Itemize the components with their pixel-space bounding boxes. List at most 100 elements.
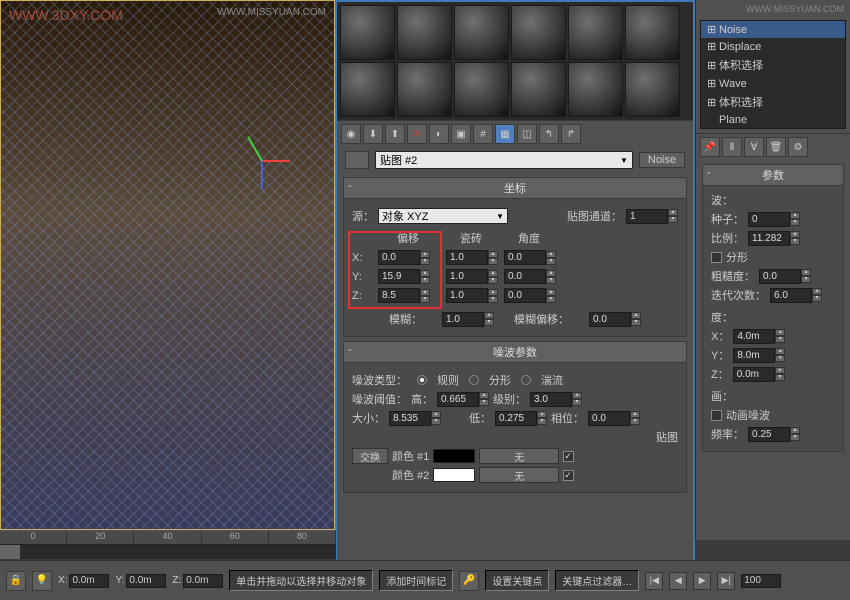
delete-icon[interactable]: ✕ bbox=[407, 124, 427, 144]
color2-swatch[interactable] bbox=[433, 468, 475, 482]
show-result-icon[interactable]: ◫ bbox=[517, 124, 537, 144]
material-slot[interactable] bbox=[340, 62, 395, 117]
put-library-icon[interactable]: ▣ bbox=[451, 124, 471, 144]
color1-swatch[interactable] bbox=[433, 449, 475, 463]
freq-spinner[interactable]: ▴▾ bbox=[748, 427, 800, 442]
key-icon[interactable]: 🔑 bbox=[459, 571, 479, 591]
mod-item-displace[interactable]: ⊞Displace bbox=[701, 38, 845, 55]
pin-stack-icon[interactable]: 📌 bbox=[700, 137, 720, 157]
size-spinner[interactable]: ▴▾ bbox=[389, 411, 441, 426]
configure-icon[interactable]: ⚙ bbox=[788, 137, 808, 157]
material-slot[interactable] bbox=[397, 5, 452, 60]
go-parent-icon[interactable]: ↰ bbox=[539, 124, 559, 144]
swap-button[interactable]: 交换 bbox=[352, 448, 388, 464]
timeline[interactable]: 0 20 40 60 80 bbox=[0, 530, 336, 560]
map2-check[interactable] bbox=[563, 470, 574, 481]
radio-fractal[interactable] bbox=[469, 375, 479, 385]
material-slot[interactable] bbox=[625, 62, 680, 117]
strength-x-spinner[interactable]: ▴▾ bbox=[733, 329, 785, 344]
map2-button[interactable]: 无 bbox=[479, 467, 559, 483]
angle-z-spinner[interactable]: ▴▾ bbox=[504, 288, 554, 303]
material-slot[interactable] bbox=[511, 5, 566, 60]
coord-y[interactable] bbox=[126, 574, 166, 588]
add-marker[interactable]: 添加时间标记 bbox=[379, 570, 453, 591]
high-spinner[interactable]: ▴▾ bbox=[437, 392, 489, 407]
offset-x-spinner[interactable]: ▴▾ bbox=[378, 250, 438, 265]
map-name-combo[interactable]: 贴图 #2 ▼ bbox=[375, 151, 633, 169]
blur-spinner[interactable]: ▴▾ bbox=[442, 312, 494, 327]
gizmo-y[interactable] bbox=[247, 136, 263, 161]
material-slot[interactable] bbox=[454, 62, 509, 117]
show-result-icon[interactable]: Ⅱ bbox=[722, 137, 742, 157]
go-forward-icon[interactable]: ↱ bbox=[561, 124, 581, 144]
assign-icon[interactable]: ⬆ bbox=[385, 124, 405, 144]
radio-turbulence[interactable] bbox=[521, 375, 531, 385]
seed-spinner[interactable]: ▴▾ bbox=[748, 212, 800, 227]
viewport[interactable]: WWW.3DXY.COM WWW.MISSYUAN.COM bbox=[0, 0, 335, 530]
remove-mod-icon[interactable]: 🗑 bbox=[766, 137, 786, 157]
move-gizmo[interactable] bbox=[231, 131, 291, 191]
low-spinner[interactable]: ▴▾ bbox=[495, 411, 547, 426]
material-slot[interactable] bbox=[454, 5, 509, 60]
noise-header[interactable]: -噪波参数 bbox=[344, 342, 686, 363]
material-slot[interactable] bbox=[625, 5, 680, 60]
strength-y-spinner[interactable]: ▴▾ bbox=[733, 348, 785, 363]
modifier-stack[interactable]: ⊞Noise ⊞Displace ⊞体积选择 ⊞Wave ⊞体积选择 Plane bbox=[700, 20, 846, 129]
show-map-icon[interactable]: ▦ bbox=[495, 124, 515, 144]
mod-item-noise[interactable]: ⊞Noise bbox=[701, 21, 845, 38]
map1-check[interactable] bbox=[563, 451, 574, 462]
anim-noise-check[interactable] bbox=[711, 410, 722, 421]
strength-z-spinner[interactable]: ▴▾ bbox=[733, 367, 785, 382]
key-filter-button[interactable]: 关键点过滤器… bbox=[555, 570, 639, 591]
material-slot[interactable] bbox=[568, 62, 623, 117]
scale-spinner[interactable]: ▴▾ bbox=[748, 231, 800, 246]
play-icon[interactable]: ▶ bbox=[693, 572, 711, 590]
coord-z[interactable] bbox=[183, 574, 223, 588]
material-id-icon[interactable]: # bbox=[473, 124, 493, 144]
rough-spinner[interactable]: ▴▾ bbox=[759, 269, 811, 284]
bulb-icon[interactable]: 💡 bbox=[32, 571, 52, 591]
make-unique-icon[interactable]: ∀ bbox=[744, 137, 764, 157]
angle-y-spinner[interactable]: ▴▾ bbox=[504, 269, 554, 284]
put-material-icon[interactable]: ⬇ bbox=[363, 124, 383, 144]
material-slot[interactable] bbox=[511, 62, 566, 117]
map-type-button[interactable]: Noise bbox=[639, 152, 685, 168]
source-combo[interactable]: 对象 XYZ▼ bbox=[378, 208, 508, 224]
gizmo-x[interactable] bbox=[262, 160, 290, 162]
set-key-button[interactable]: 设置关键点 bbox=[485, 570, 549, 591]
mod-item-plane[interactable]: Plane bbox=[701, 112, 845, 128]
map1-button[interactable]: 无 bbox=[479, 448, 559, 464]
material-slot[interactable] bbox=[397, 62, 452, 117]
blur-offset-spinner[interactable]: ▴▾ bbox=[589, 312, 641, 327]
current-frame[interactable] bbox=[741, 574, 781, 588]
params-header[interactable]: -参数 bbox=[703, 165, 843, 186]
gizmo-z[interactable] bbox=[261, 161, 263, 189]
offset-y-spinner[interactable]: ▴▾ bbox=[378, 269, 438, 284]
material-slot[interactable] bbox=[340, 5, 395, 60]
prev-frame-icon[interactable]: ◀ bbox=[669, 572, 687, 590]
iter-spinner[interactable]: ▴▾ bbox=[770, 288, 822, 303]
get-material-icon[interactable]: ◉ bbox=[341, 124, 361, 144]
tile-y-spinner[interactable]: ▴▾ bbox=[446, 269, 496, 284]
mod-item-volsel2[interactable]: ⊞体积选择 bbox=[701, 92, 845, 112]
tile-x-spinner[interactable]: ▴▾ bbox=[446, 250, 496, 265]
mod-item-volsel1[interactable]: ⊞体积选择 bbox=[701, 55, 845, 75]
fractal-check[interactable] bbox=[711, 252, 722, 263]
offset-z-spinner[interactable]: ▴▾ bbox=[378, 288, 438, 303]
tile-z-spinner[interactable]: ▴▾ bbox=[446, 288, 496, 303]
make-unique-icon[interactable]: ◐ bbox=[429, 124, 449, 144]
next-frame-icon[interactable]: ▶| bbox=[717, 572, 735, 590]
material-slot[interactable] bbox=[568, 5, 623, 60]
levels-spinner[interactable]: ▴▾ bbox=[530, 392, 582, 407]
coord-x[interactable] bbox=[69, 574, 109, 588]
angle-x-spinner[interactable]: ▴▾ bbox=[504, 250, 554, 265]
phase-spinner[interactable]: ▴▾ bbox=[588, 411, 640, 426]
dropper-icon[interactable] bbox=[345, 151, 369, 169]
mod-item-wave[interactable]: ⊞Wave bbox=[701, 75, 845, 92]
goto-start-icon[interactable]: |◀ bbox=[645, 572, 663, 590]
radio-regular[interactable] bbox=[417, 375, 427, 385]
channel-spinner[interactable]: ▴▾ bbox=[626, 209, 678, 224]
time-slider-thumb[interactable] bbox=[0, 545, 20, 559]
lock-icon[interactable]: 🔒 bbox=[6, 571, 26, 591]
coordinates-header[interactable]: - 坐标 bbox=[344, 178, 686, 199]
